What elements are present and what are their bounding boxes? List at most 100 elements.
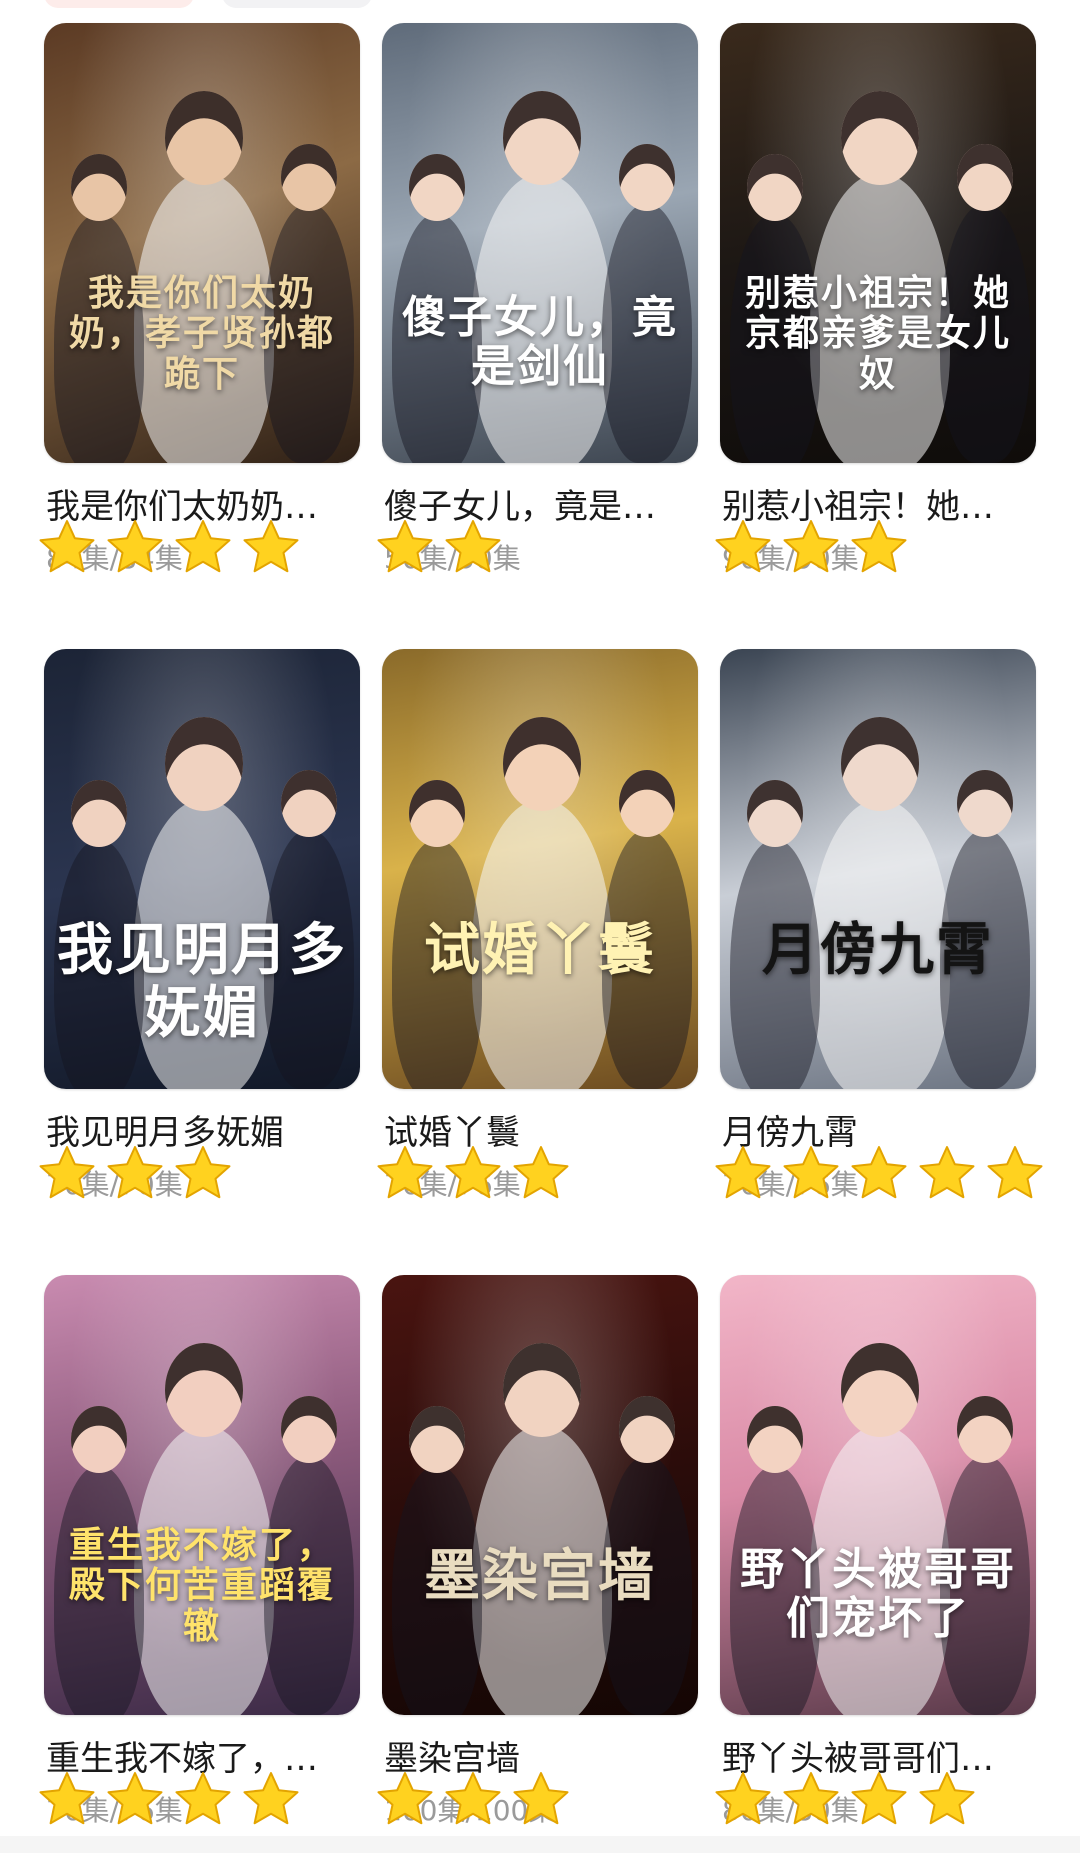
star-rating (712, 517, 910, 579)
star-rating (36, 1769, 302, 1831)
star-icon (172, 1769, 234, 1831)
drama-poster[interactable]: 墨染宫墙 (382, 1275, 698, 1715)
poster-face (409, 780, 465, 848)
poster-face (957, 1396, 1013, 1464)
drama-poster[interactable]: 试婚丫鬟 (382, 649, 698, 1089)
drama-card[interactable]: 月傍九霄 月傍九霄 76集/76集 (715, 649, 1043, 1275)
poster-face (281, 144, 337, 212)
poster-face (71, 154, 127, 222)
poster-face (503, 91, 581, 185)
poster-face (281, 1396, 337, 1464)
poster-face (841, 91, 919, 185)
star-rating (712, 1769, 978, 1831)
poster-face (619, 770, 675, 838)
drama-poster[interactable]: 我见明月多妩媚 (44, 649, 360, 1089)
star-icon (848, 1769, 910, 1831)
drama-grid: 我是你们太奶奶，孝子贤孙都跪下 我是你们太奶奶… 84集/84集 傻子女儿，竟是… (39, 23, 1043, 1853)
star-rating (374, 1143, 572, 1205)
poster-face (747, 1406, 803, 1474)
star-icon (104, 517, 166, 579)
poster-title-art: 我见明月多妩媚 (57, 917, 347, 1046)
star-icon (374, 1769, 436, 1831)
drama-card[interactable]: 傻子女儿，竟是剑仙 傻子女儿，竟是… 50集/50集 (377, 23, 698, 649)
star-icon (104, 1769, 166, 1831)
star-icon (916, 1769, 978, 1831)
filter-chip[interactable] (222, 0, 372, 8)
poster-title-art: 试婚丫鬟 (424, 917, 656, 983)
poster-face (841, 1343, 919, 1437)
star-icon (104, 1143, 166, 1205)
drama-poster[interactable]: 别惹小祖宗！她京都亲爹是女儿奴 (720, 23, 1036, 463)
star-icon (780, 517, 842, 579)
poster-face (71, 780, 127, 848)
drama-card[interactable]: 重生我不嫁了，殿下何苦重蹈覆辙 重生我不嫁了，… 76集/76集 (39, 1275, 360, 1853)
poster-title-art: 重生我不嫁了，殿下何苦重蹈覆辙 (68, 1524, 335, 1647)
star-icon (240, 1769, 302, 1831)
poster-title-art: 别惹小祖宗！她京都亲爹是女儿奴 (744, 272, 1011, 395)
star-rating (374, 517, 504, 579)
star-icon (172, 517, 234, 579)
poster-face (957, 144, 1013, 212)
star-icon (712, 517, 774, 579)
poster-title-art: 墨染宫墙 (424, 1543, 656, 1609)
star-icon (36, 1143, 98, 1205)
drama-card[interactable]: 我是你们太奶奶，孝子贤孙都跪下 我是你们太奶奶… 84集/84集 (39, 23, 360, 649)
poster-face (281, 770, 337, 838)
star-icon (374, 1143, 436, 1205)
drama-card[interactable]: 我见明月多妩媚 我见明月多妩媚 70集/70集 (39, 649, 360, 1275)
star-icon (780, 1769, 842, 1831)
drama-card[interactable]: 野丫头被哥哥们宠坏了 野丫头被哥哥们… 80集/80集 (715, 1275, 1036, 1853)
poster-face (409, 1406, 465, 1474)
drama-grid-page: 我是你们太奶奶，孝子贤孙都跪下 我是你们太奶奶… 84集/84集 傻子女儿，竟是… (0, 0, 1080, 1853)
poster-title-art: 傻子女儿，竟是剑仙 (402, 292, 678, 393)
poster-title-art: 野丫头被哥哥们宠坏了 (740, 1544, 1016, 1645)
drama-poster[interactable]: 重生我不嫁了，殿下何苦重蹈覆辙 (44, 1275, 360, 1715)
star-icon (712, 1143, 774, 1205)
star-icon (780, 1143, 842, 1205)
star-icon (442, 1143, 504, 1205)
poster-face (619, 144, 675, 212)
filter-chip-active[interactable] (44, 0, 194, 8)
star-icon (916, 1143, 978, 1205)
bottom-edge (0, 1836, 1080, 1853)
poster-title-art: 我是你们太奶奶，孝子贤孙都跪下 (68, 272, 335, 395)
star-rating (36, 1143, 234, 1205)
star-icon (510, 1769, 572, 1831)
poster-face (503, 717, 581, 811)
poster-face (619, 1396, 675, 1464)
poster-face (957, 770, 1013, 838)
poster-title-art: 月傍九霄 (762, 917, 994, 983)
poster-face (165, 717, 243, 811)
poster-face (747, 154, 803, 222)
star-rating (374, 1769, 572, 1831)
star-icon (848, 1143, 910, 1205)
star-icon (712, 1769, 774, 1831)
poster-face (165, 1343, 243, 1437)
drama-poster[interactable]: 野丫头被哥哥们宠坏了 (720, 1275, 1036, 1715)
poster-face (71, 1406, 127, 1474)
poster-face (503, 1343, 581, 1437)
star-icon (374, 517, 436, 579)
filter-chips (44, 0, 372, 8)
star-icon (172, 1143, 234, 1205)
drama-card[interactable]: 别惹小祖宗！她京都亲爹是女儿奴 别惹小祖宗！她… 90集/90集 (715, 23, 1036, 649)
star-icon (36, 1769, 98, 1831)
star-icon (442, 1769, 504, 1831)
star-icon (984, 1143, 1046, 1205)
drama-poster[interactable]: 傻子女儿，竟是剑仙 (382, 23, 698, 463)
drama-poster[interactable]: 我是你们太奶奶，孝子贤孙都跪下 (44, 23, 360, 463)
poster-face (409, 154, 465, 222)
star-rating (36, 517, 302, 579)
drama-card[interactable]: 试婚丫鬟 试婚丫鬟 76集/76集 (377, 649, 698, 1275)
star-icon (848, 517, 910, 579)
poster-face (841, 717, 919, 811)
drama-poster[interactable]: 月傍九霄 (720, 649, 1036, 1089)
star-icon (36, 517, 98, 579)
star-icon (442, 517, 504, 579)
drama-card[interactable]: 墨染宫墙 墨染宫墙 100集/100集 (377, 1275, 698, 1853)
poster-face (747, 780, 803, 848)
star-icon (510, 1143, 572, 1205)
star-rating (712, 1143, 1046, 1205)
star-icon (240, 517, 302, 579)
poster-face (165, 91, 243, 185)
